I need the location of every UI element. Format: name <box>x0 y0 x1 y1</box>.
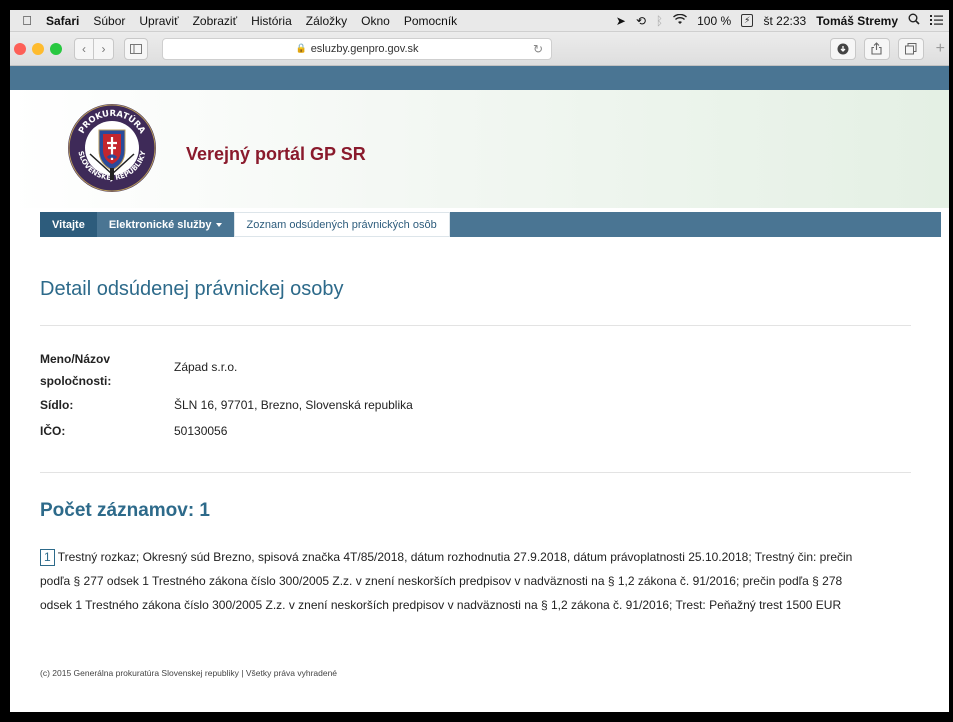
menu-app-safari[interactable]: Safari <box>46 14 79 28</box>
detail-row-name: Meno/Názov spoločnosti: Západ s.r.o. <box>40 348 237 392</box>
menu-help[interactable]: Pomocník <box>404 14 457 28</box>
web-page: PROKURATÚRA SLOVENSKEJ REPUBLIKY Verejný… <box>10 90 949 712</box>
share-button[interactable] <box>863 37 890 60</box>
back-button[interactable]: ‹ <box>74 37 94 60</box>
tabs-icon <box>904 42 917 54</box>
forward-button[interactable]: › <box>94 37 114 60</box>
menu-window[interactable]: Okno <box>361 14 390 28</box>
menubar-status-area: ➤ ⟲ ᛒ 100 % ⚡ št 22:33 Tomáš Stremy <box>616 13 949 28</box>
nav-item-vitajte[interactable]: Vitajte <box>40 212 97 237</box>
battery-percent: 100 % <box>697 13 732 28</box>
site-header: PROKURATÚRA SLOVENSKEJ REPUBLIKY Verejný… <box>10 90 949 208</box>
detail-row-ico: IČO: 50130056 <box>40 420 227 442</box>
detail-value-ico: 50130056 <box>174 424 228 438</box>
caret-down-icon <box>215 222 222 227</box>
toolbar-right: + <box>829 37 949 60</box>
spotlight-search-icon[interactable] <box>908 13 920 28</box>
record-text-line-2: podľa § 277 odsek 1 Trestného zákona čís… <box>40 574 843 588</box>
detail-label-ico: IČO: <box>40 424 66 438</box>
detail-label-name-1: Meno/Názov <box>40 352 111 366</box>
detail-value-seat: ŠLN 16, 97701, Brezno, Slovenská republi… <box>174 398 413 412</box>
apple-icon[interactable]:  <box>16 13 38 28</box>
battery-icon[interactable]: ⚡ <box>741 14 754 27</box>
tabs-overview-button[interactable] <box>897 37 924 60</box>
records-count-heading: Počet záznamov: 1 <box>40 500 210 521</box>
clock[interactable]: št 22:33 <box>763 14 806 28</box>
chevron-right-icon: › <box>101 41 106 56</box>
record-number: 1 <box>40 549 55 566</box>
nav-item-label: Elektronické služby <box>108 218 212 231</box>
browser-toolbar: ‹ › 🔒 esluzby.genpro.gov.sk ↻ + <box>10 32 949 66</box>
record-item: 1 Trestný rozkaz; Okresný súd Brezno, spi… <box>40 545 920 617</box>
minimize-window-button[interactable] <box>32 42 44 55</box>
sidebar-toggle-button[interactable] <box>124 37 148 60</box>
sidebar-icon <box>130 43 142 54</box>
downloads-button[interactable] <box>829 37 856 60</box>
window-controls <box>14 42 62 55</box>
macos-menubar:  Safari Súbor Upraviť Zobraziť História… <box>10 10 949 32</box>
detail-value-name: Západ s.r.o. <box>174 360 238 374</box>
page-title: Detail odsúdenej právnickej osoby <box>40 278 344 300</box>
new-tab-plus-icon[interactable]: + <box>936 40 945 58</box>
notification-center-icon[interactable] <box>930 14 943 28</box>
menu-file[interactable]: Súbor <box>93 14 125 28</box>
divider <box>40 472 911 473</box>
url-text: esluzby.genpro.gov.sk <box>310 42 419 55</box>
record-text-line-3: odsek 1 Trestného zákona číslo 300/2005 … <box>40 598 842 612</box>
zoom-window-button[interactable] <box>50 42 62 55</box>
detail-label-seat: Sídlo: <box>40 398 74 412</box>
menu-history[interactable]: História <box>251 14 292 28</box>
prokuratura-logo[interactable]: PROKURATÚRA SLOVENSKEJ REPUBLIKY <box>66 102 158 194</box>
share-icon <box>871 42 882 55</box>
record-line: 1 Trestný rozkaz; Okresný súd Brezno, spi… <box>40 545 920 569</box>
detail-label-name-2: spoločnosti: <box>40 374 112 388</box>
top-blue-band <box>10 66 949 90</box>
history-nav: ‹ › <box>74 37 114 60</box>
menu-edit[interactable]: Upraviť <box>139 14 178 28</box>
download-icon <box>837 43 849 54</box>
nav-item-zoznam-odsudenych[interactable]: Zoznam odsúdených právnických osôb <box>233 212 450 237</box>
lock-icon: 🔒 <box>295 43 307 53</box>
close-window-button[interactable] <box>14 42 26 55</box>
user-name[interactable]: Tomáš Stremy <box>816 14 898 28</box>
main-navbar: Vitajte Elektronické služby Zoznam odsúd… <box>40 212 941 237</box>
reload-icon[interactable]: ↻ <box>533 42 543 56</box>
menu-bookmarks[interactable]: Záložky <box>306 14 347 28</box>
time-machine-icon[interactable]: ⟲ <box>636 14 646 28</box>
record-text-line-1: Trestný rozkaz; Okresný súd Brezno, spis… <box>57 550 853 564</box>
menu-view[interactable]: Zobraziť <box>193 14 238 28</box>
chevron-left-icon: ‹ <box>82 41 86 56</box>
location-arrow-icon[interactable]: ➤ <box>616 14 626 28</box>
wifi-icon[interactable] <box>673 13 688 28</box>
address-bar[interactable]: 🔒 esluzby.genpro.gov.sk ↻ <box>162 37 552 60</box>
bluetooth-icon[interactable]: ᛒ <box>656 14 663 28</box>
site-title[interactable]: Verejný portál GP SR <box>186 144 366 165</box>
divider <box>40 325 911 326</box>
detail-row-seat: Sídlo: ŠLN 16, 97701, Brezno, Slovenská … <box>40 394 413 416</box>
page-footer: (c) 2015 Generálna prokuratúra Slovenske… <box>40 668 338 678</box>
nav-item-elektronicke-sluzby[interactable]: Elektronické služby <box>97 212 234 237</box>
